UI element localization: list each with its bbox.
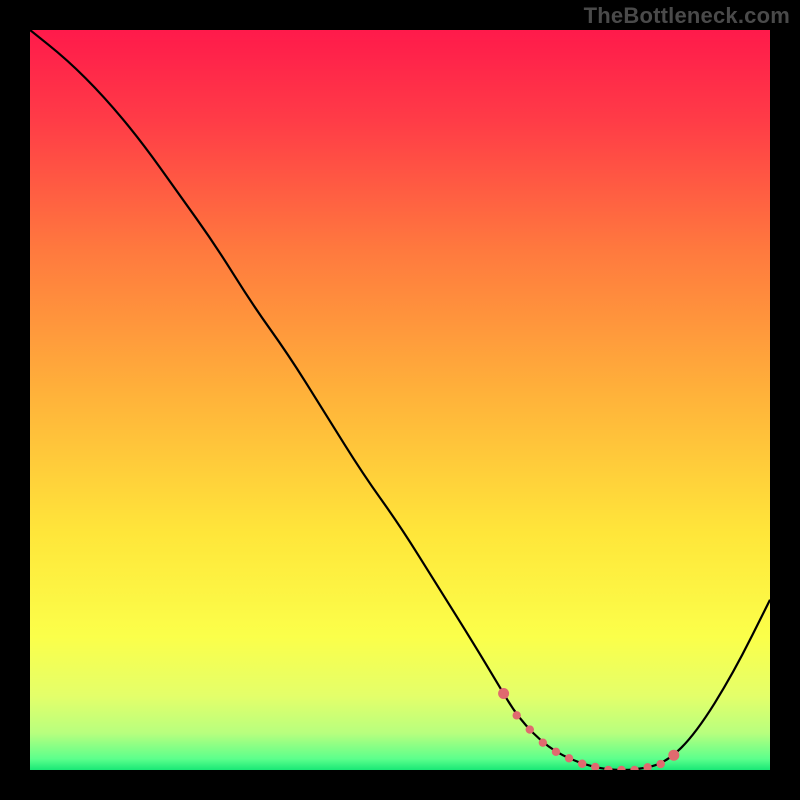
optimal-marker-dot [526,725,534,733]
chart-frame: TheBottleneck.com [0,0,800,800]
optimal-marker-dot [578,760,586,768]
optimal-marker-dot [512,711,520,719]
optimal-marker-dot [668,750,679,761]
optimal-marker-dot [498,688,509,699]
optimal-marker-dot [539,738,547,746]
plot-area [30,30,770,770]
optimal-marker-dot [552,748,560,756]
optimal-marker-dot [565,754,573,762]
chart-svg [30,30,770,770]
watermark-text: TheBottleneck.com [584,3,790,29]
optimal-marker-dot [657,760,665,768]
